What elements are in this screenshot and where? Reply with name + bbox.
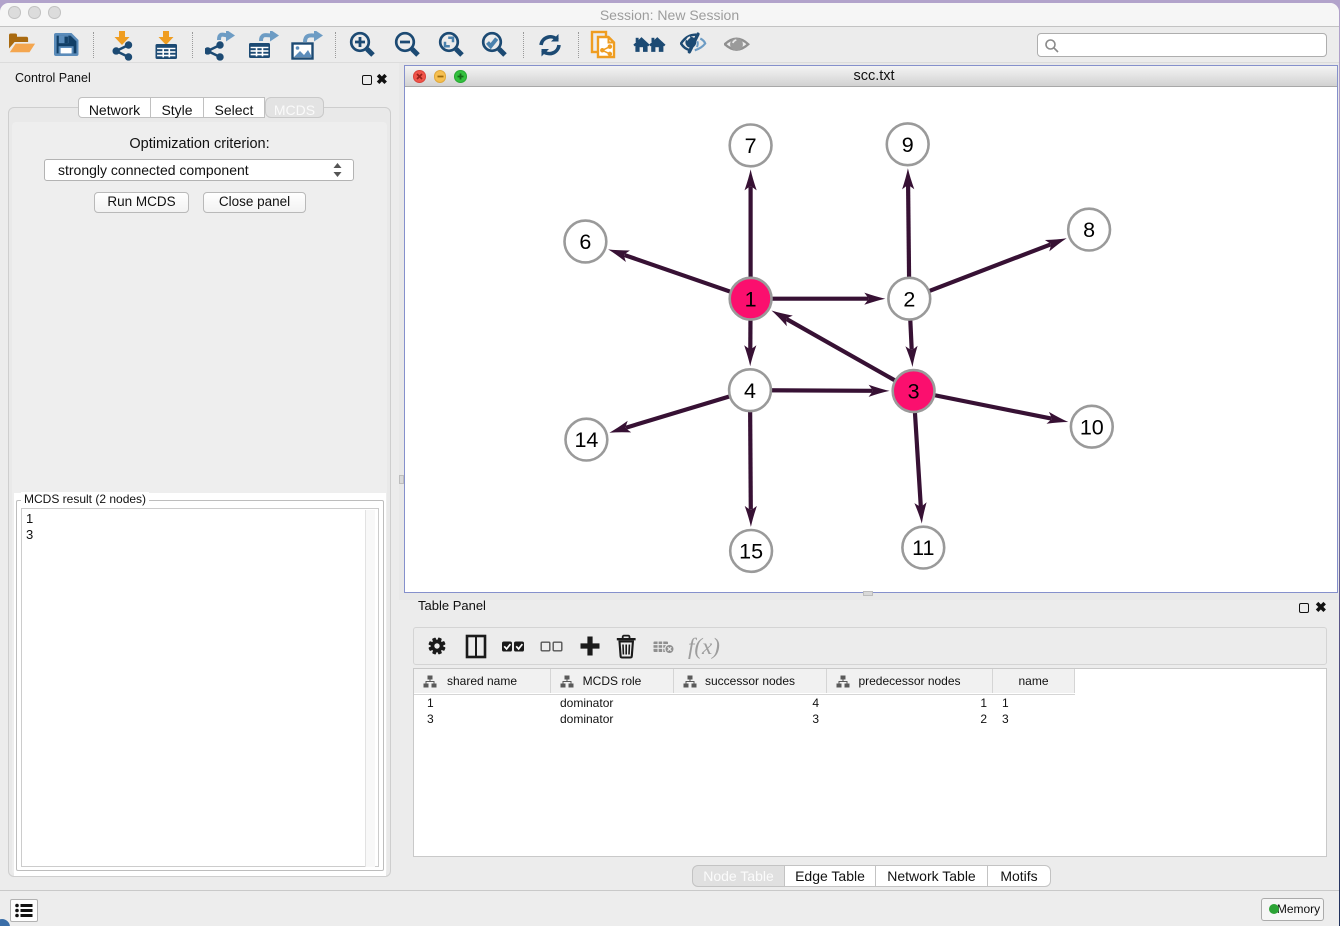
- svg-text:6: 6: [579, 230, 591, 254]
- svg-text:3: 3: [908, 380, 920, 404]
- svg-text:15: 15: [739, 540, 763, 564]
- svg-text:1: 1: [745, 287, 757, 311]
- svg-text:10: 10: [1080, 415, 1104, 439]
- svg-text:9: 9: [902, 133, 914, 157]
- svg-text:8: 8: [1083, 218, 1095, 242]
- svg-text:11: 11: [912, 536, 934, 560]
- svg-text:2: 2: [903, 287, 915, 311]
- svg-text:4: 4: [744, 379, 756, 403]
- svg-text:14: 14: [574, 428, 598, 452]
- svg-text:7: 7: [745, 134, 757, 158]
- svg-text:f(x): f(x): [688, 634, 720, 659]
